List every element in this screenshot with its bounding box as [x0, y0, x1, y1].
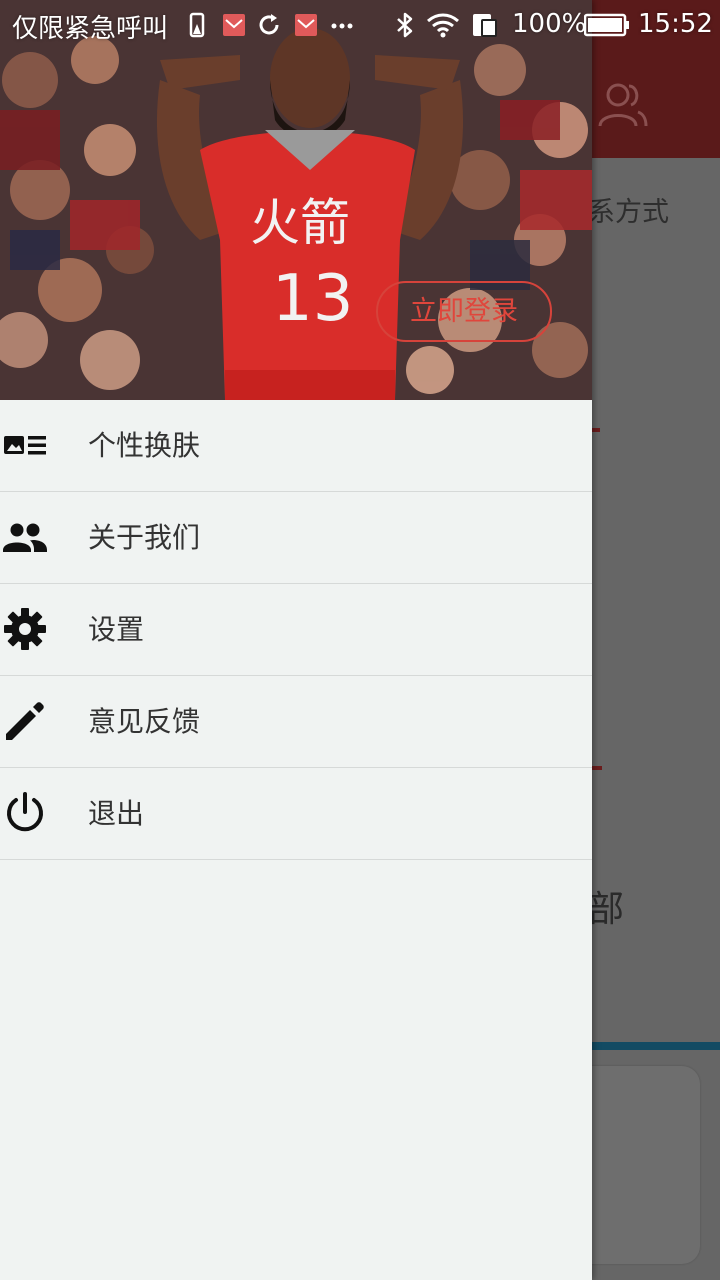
wifi-icon [427, 13, 459, 38]
menu-item-skin[interactable]: 个性换肤 [0, 400, 592, 492]
jersey-number-text: 13 [272, 262, 353, 336]
menu-item-label: 设置 [88, 613, 145, 646]
status-bar: 仅限紧急呼叫 100% 15:52 [0, 0, 720, 48]
background-accent-mark [592, 766, 602, 770]
carrier-status-text: 仅限紧急呼叫 [12, 14, 169, 44]
skin-icon [4, 436, 46, 455]
battery-saver-icon [189, 12, 205, 38]
power-icon [7, 792, 43, 832]
login-button[interactable]: 立即登录 [376, 281, 552, 342]
menu-item-feedback[interactable]: 意见反馈 [0, 676, 592, 768]
bluetooth-icon [397, 12, 413, 38]
menu-item-about-us[interactable]: 关于我们 [0, 492, 592, 584]
battery-percentage: 100% [512, 9, 587, 39]
pencil-icon [6, 702, 44, 740]
battery-icon [584, 13, 629, 37]
mail-notification-icon [295, 14, 317, 36]
menu-item-settings[interactable]: 设置 [0, 584, 592, 676]
drawer-menu: 个性换肤 关于我们 设置 意见反馈 退出 [0, 400, 592, 860]
menu-item-logout[interactable]: 退出 [0, 768, 592, 860]
navigation-drawer: 火箭 13 立即登录 个性换肤 关于我们 设置 意见反馈 退出 [0, 0, 592, 1280]
mail-notification-icon [223, 14, 245, 36]
background-partial-label: 系方式 [588, 197, 669, 228]
background-partial-heading: 部 [588, 889, 625, 930]
gear-icon [4, 608, 46, 650]
sync-icon [259, 14, 279, 35]
screen: 系方式 部 火箭 13 立即登录 个性换肤 关于我们 设置 意见反馈 退出 仅限… [0, 0, 720, 1280]
people-icon [3, 523, 47, 552]
background-divider [592, 1042, 720, 1050]
drawer-header: 火箭 13 立即登录 [0, 0, 592, 400]
more-notifications-icon [331, 23, 353, 29]
menu-item-label: 退出 [88, 797, 145, 830]
menu-item-label: 关于我们 [88, 521, 201, 554]
status-time: 15:52 [638, 9, 713, 39]
menu-item-label: 个性换肤 [88, 429, 201, 462]
sim-card-icon [473, 14, 497, 37]
jersey-team-text: 火箭 [250, 194, 350, 252]
menu-item-label: 意见反馈 [88, 705, 201, 738]
contacts-icon [598, 83, 648, 127]
